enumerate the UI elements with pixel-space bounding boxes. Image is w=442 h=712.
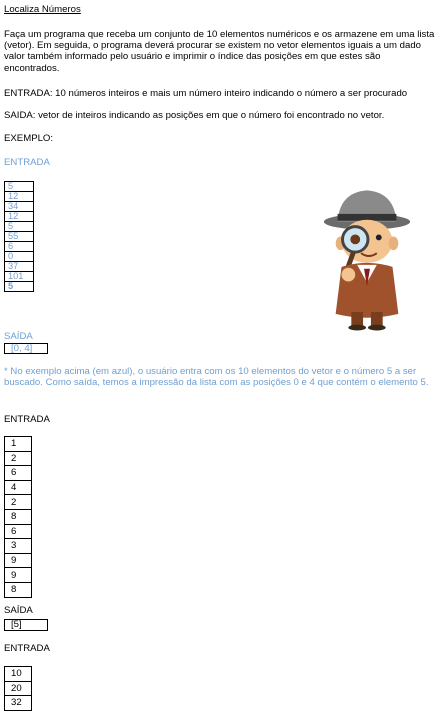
table-cell: 2 — [4, 450, 32, 467]
table-row: 8 — [4, 508, 32, 525]
example1-input-table: 5 12 34 12 5 55 6 0 37 101 5 — [4, 181, 34, 292]
table-cell: 12 — [4, 191, 34, 202]
table-row: 5 — [4, 281, 34, 292]
table-row: 10 — [4, 666, 32, 682]
detective-illustration — [323, 190, 411, 331]
table-row: 1 — [4, 436, 32, 452]
example2-saida-label: SAÍDA — [4, 605, 33, 616]
table-row: 2 — [4, 494, 32, 510]
search-value-cell: 5 — [4, 281, 34, 292]
example2-input-table: 1 2 6 4 2 8 6 3 9 9 8 — [4, 436, 32, 598]
entrada-description: ENTRADA: 10 números inteiros e mais um n… — [4, 88, 408, 99]
table-cell: 2 — [4, 494, 32, 510]
table-cell: 9 — [4, 552, 32, 569]
table-row: 4 — [4, 479, 32, 496]
example2-entrada-label: ENTRADA — [4, 414, 50, 425]
table-row: 3 — [4, 538, 32, 554]
table-cell: 37 — [4, 261, 34, 272]
table-row: 5 — [4, 181, 34, 192]
example1-note: * No exemplo acima (em azul), o usuário … — [4, 366, 429, 389]
table-row: 6 — [4, 523, 32, 540]
table-cell: 3 — [4, 538, 32, 554]
saida-description: SAIDA: vetor de inteiros indicando as po… — [4, 110, 385, 121]
example1-output-box: [0, 4] — [4, 343, 48, 354]
table-cell: 9 — [4, 567, 32, 583]
table-row: 20 — [4, 680, 32, 697]
table-cell: 8 — [4, 581, 32, 598]
table-row: 101 — [4, 271, 34, 282]
table-row: 12 — [4, 191, 34, 202]
table-row: 6 — [4, 465, 32, 481]
table-row: 8 — [4, 581, 32, 598]
table-cell: 5 — [4, 221, 34, 232]
example1-entrada-label: ENTRADA — [4, 157, 50, 168]
example2-output-box: [5] — [4, 619, 48, 631]
table-cell: 12 — [4, 211, 34, 222]
table-cell: 8 — [4, 508, 32, 525]
table-cell: 32 — [4, 695, 32, 711]
table-row: 9 — [4, 567, 32, 583]
example1-saida-label: SAÍDA — [4, 331, 33, 342]
table-cell: 1 — [4, 436, 32, 452]
table-cell: 55 — [4, 231, 34, 242]
table-cell: 34 — [4, 201, 34, 212]
page-title: Localiza Números — [4, 4, 81, 15]
table-cell: 20 — [4, 680, 32, 697]
table-cell: 101 — [4, 271, 34, 282]
table-cell: 6 — [4, 465, 32, 481]
example3-input-table: 10 20 32 — [4, 666, 32, 711]
table-row: 32 — [4, 695, 32, 711]
table-row: 55 — [4, 231, 34, 242]
table-row: 0 — [4, 251, 34, 262]
table-row: 37 — [4, 261, 34, 272]
table-row: 34 — [4, 201, 34, 212]
table-cell: 6 — [4, 241, 34, 252]
table-cell: 0 — [4, 251, 34, 262]
table-row: 5 — [4, 221, 34, 232]
exemplo-label: EXEMPLO: — [4, 133, 54, 144]
table-row: 9 — [4, 552, 32, 569]
table-cell: 4 — [4, 479, 32, 496]
example3-entrada-label: ENTRADA — [4, 643, 50, 654]
table-cell: 10 — [4, 666, 32, 682]
table-row: 12 — [4, 211, 34, 222]
table-row: 6 — [4, 241, 34, 252]
table-cell: 6 — [4, 523, 32, 540]
table-cell: 5 — [4, 181, 34, 192]
table-row: 2 — [4, 450, 32, 467]
intro-paragraph: Faça um programa que receba um conjunto … — [4, 29, 435, 74]
